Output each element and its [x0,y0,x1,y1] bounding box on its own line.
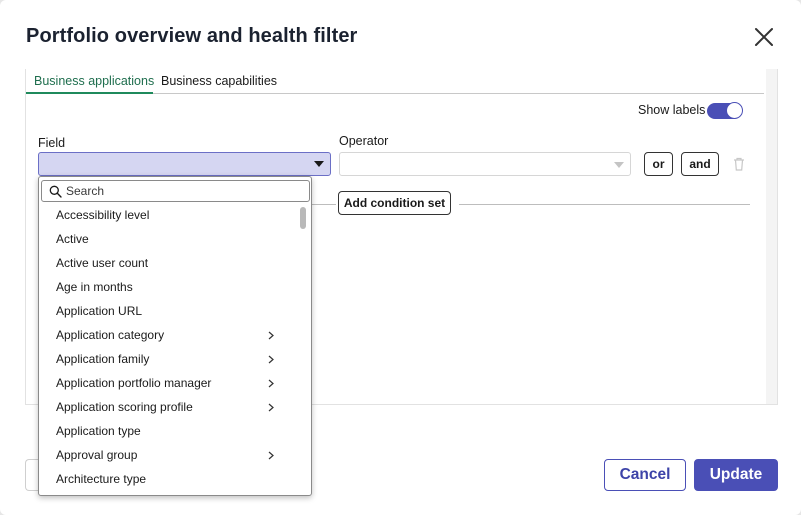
list-item-label: Application scoring profile [56,400,193,414]
list-item[interactable]: Age in months [39,275,297,299]
list-item[interactable]: Application type [39,419,297,443]
chevron-right-icon[interactable] [268,355,274,364]
list-item[interactable]: Application scoring profile [39,395,297,419]
field-dropdown: Accessibility level Active Active user c… [38,176,312,496]
operator-select[interactable] [339,152,631,176]
search-icon [49,185,62,198]
filter-dialog: Portfolio overview and health filter Bus… [0,0,801,515]
and-button[interactable]: and [681,152,719,176]
list-item[interactable]: Approval group [39,443,297,467]
add-condition-set-button[interactable]: Add condition set [338,191,451,215]
chevron-right-icon[interactable] [268,379,274,388]
cancel-button[interactable]: Cancel [604,459,686,491]
list-item-label: Active user count [56,256,149,270]
update-button[interactable]: Update [694,459,778,491]
list-item[interactable]: Application portfolio manager [39,371,297,395]
divider-right [459,204,750,205]
search-box[interactable] [41,180,310,202]
chevron-right-icon[interactable] [268,451,274,460]
scrollbar-thumb[interactable] [300,207,306,229]
active-tab-indicator [26,92,153,94]
toggle-knob [726,102,743,119]
chevron-down-icon [314,161,324,167]
tab-business-applications[interactable]: Business applications [34,74,154,88]
list-item-label: Architecture type [56,472,147,486]
operator-label: Operator [339,134,389,148]
dialog-title: Portfolio overview and health filter [26,25,358,47]
list-item[interactable]: Active [39,227,297,251]
list-item-label: Application family [56,352,150,366]
list-item[interactable]: Application category [39,323,297,347]
field-label: Field [38,136,66,150]
chevron-down-icon [614,162,624,168]
list-item-label: Age in months [56,280,133,294]
tab-business-capabilities[interactable]: Business capabilities [161,74,277,88]
tab-bar: Business applications Business capabilit… [26,70,764,94]
list-item-label: Application URL [56,304,143,318]
list-item[interactable]: Active user count [39,251,297,275]
list-item-label: Application category [56,328,165,342]
list-item-label: Application type [56,424,141,438]
list-item[interactable]: Application family [39,347,297,371]
scrollbar[interactable] [297,205,309,495]
list-item-label: Accessibility level [56,208,150,222]
list-item-label: Approval group [56,448,138,462]
search-input[interactable] [66,183,296,199]
list-item[interactable]: Architecture type [39,467,297,491]
chevron-right-icon[interactable] [268,403,274,412]
list-item[interactable]: Accessibility level [39,203,297,227]
or-button[interactable]: or [644,152,673,176]
divider-left [312,204,336,205]
chevron-right-icon[interactable] [268,331,274,340]
close-icon[interactable] [752,25,776,49]
list-item-label: Active [56,232,89,246]
field-select[interactable] [38,152,331,176]
show-labels-label: Show labels [638,103,706,117]
list-item[interactable]: Application URL [39,299,297,323]
list-item-label: Application portfolio manager [56,376,212,390]
show-labels-toggle[interactable] [707,102,743,119]
field-option-list: Accessibility level Active Active user c… [39,203,297,491]
trash-icon[interactable] [732,156,746,172]
